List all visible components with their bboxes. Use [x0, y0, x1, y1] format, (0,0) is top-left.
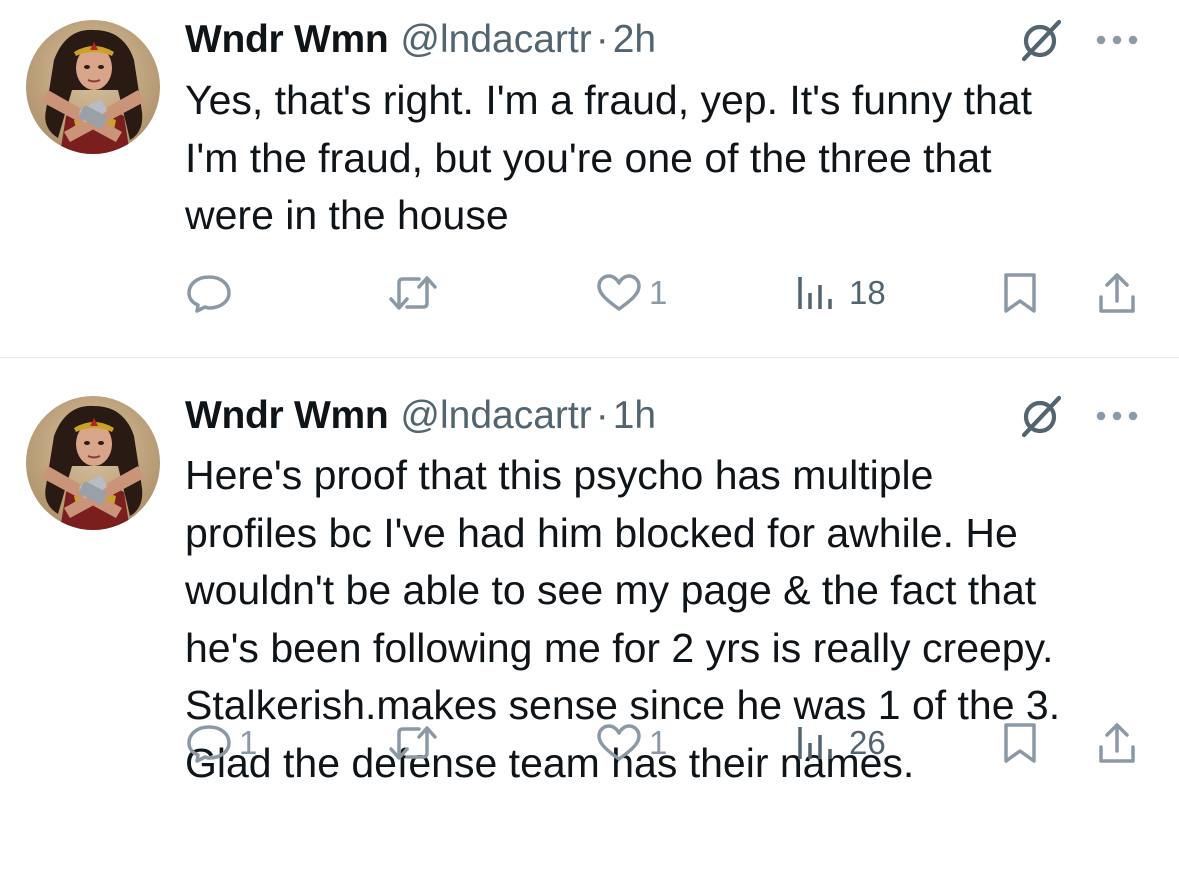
- tweet-actions: 1 18: [185, 268, 1143, 318]
- tweet-actions: 1 1 26: [185, 718, 1143, 768]
- grok-icon[interactable]: [1015, 391, 1065, 441]
- user-handle[interactable]: @lndacartr: [400, 394, 591, 438]
- share-button[interactable]: [1095, 271, 1139, 315]
- timestamp[interactable]: 1h: [613, 394, 656, 438]
- retweet-button[interactable]: [385, 273, 595, 313]
- display-name[interactable]: Wndr Wmn: [185, 394, 389, 438]
- display-name[interactable]: Wndr Wmn: [185, 18, 389, 62]
- bookmark-button[interactable]: [1000, 271, 1095, 315]
- tweet[interactable]: Wndr Wmn @lndacartr · 2h Yes, that's rig…: [0, 0, 1179, 358]
- views-icon: [798, 277, 832, 309]
- view-count: 18: [849, 274, 886, 311]
- like-count: 1: [649, 724, 668, 761]
- tweet-header: Wndr Wmn @lndacartr · 2h: [185, 14, 1139, 66]
- bookmark-icon: [1004, 723, 1036, 763]
- reply-icon: [187, 275, 231, 313]
- reply-button[interactable]: [185, 273, 385, 313]
- user-handle[interactable]: @lndacartr: [400, 18, 591, 62]
- separator-dot: ·: [595, 394, 609, 437]
- bookmark-button[interactable]: [1000, 721, 1095, 765]
- share-icon: [1099, 723, 1135, 763]
- retweet-button[interactable]: [385, 723, 595, 763]
- share-icon: [1099, 273, 1135, 313]
- like-count: 1: [649, 274, 668, 311]
- grok-icon[interactable]: [1015, 15, 1065, 65]
- like-icon: [597, 724, 641, 761]
- view-count: 26: [849, 724, 886, 761]
- share-button[interactable]: [1095, 721, 1139, 765]
- more-options-icon[interactable]: [1095, 410, 1139, 422]
- like-button[interactable]: 1: [595, 273, 795, 313]
- reply-count: 1: [239, 724, 258, 761]
- like-button[interactable]: 1: [595, 723, 795, 763]
- tweet-header: Wndr Wmn @lndacartr · 1h: [185, 390, 1139, 442]
- avatar[interactable]: [26, 20, 160, 154]
- views-button[interactable]: 26: [795, 723, 1000, 763]
- avatar-image: [26, 20, 160, 154]
- retweet-icon: [389, 276, 437, 310]
- timestamp[interactable]: 2h: [613, 18, 656, 62]
- more-options-icon[interactable]: [1095, 34, 1139, 46]
- reply-icon: [187, 725, 231, 763]
- tweet-text: Yes, that's right. I'm a fraud, yep. It'…: [185, 77, 1032, 238]
- reply-button[interactable]: 1: [185, 723, 385, 763]
- separator-dot: ·: [595, 18, 609, 61]
- retweet-icon: [389, 726, 437, 760]
- avatar-image: [26, 396, 160, 530]
- avatar[interactable]: [26, 396, 160, 530]
- views-icon: [798, 727, 832, 759]
- like-icon: [597, 274, 641, 311]
- tweet[interactable]: Wndr Wmn @lndacartr · 1h Here's proof th…: [0, 358, 1179, 877]
- views-button[interactable]: 18: [795, 273, 1000, 313]
- bookmark-icon: [1004, 273, 1036, 313]
